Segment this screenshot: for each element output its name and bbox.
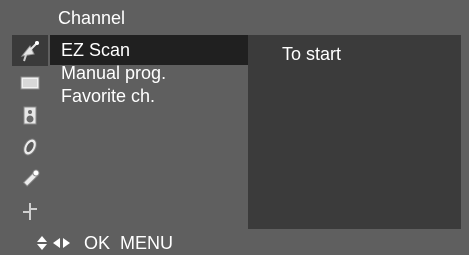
footer-hint-text: OK MENU bbox=[84, 233, 174, 253]
submenu-detail-panel: To start bbox=[248, 35, 461, 229]
tv-osd-menu: Channel EZ Scan Manual prog. Favorite ch… bbox=[0, 0, 469, 255]
option-icon bbox=[23, 202, 37, 220]
sidebar-item-special[interactable] bbox=[12, 163, 48, 194]
wrench-icon bbox=[22, 169, 40, 187]
sidebar-item-channel[interactable] bbox=[12, 35, 48, 66]
navigation-arrows-icon bbox=[37, 236, 70, 250]
channel-menu-list: EZ Scan Manual prog. Favorite ch. bbox=[50, 35, 248, 229]
sidebar-item-audio[interactable] bbox=[12, 99, 48, 130]
detail-hint-text: To start bbox=[282, 44, 342, 64]
sidebar-item-time[interactable] bbox=[12, 131, 48, 162]
category-sidebar bbox=[12, 35, 48, 229]
sidebar-item-picture[interactable] bbox=[12, 67, 48, 98]
sidebar-item-option[interactable] bbox=[12, 195, 48, 226]
menu-item-label: Favorite ch. bbox=[61, 86, 156, 106]
speaker-icon bbox=[23, 106, 37, 124]
navigation-hint-bar: OK MENU bbox=[0, 229, 469, 255]
picture-screen-icon bbox=[20, 76, 40, 89]
menu-item-favorite-ch[interactable]: Favorite ch. bbox=[50, 81, 248, 111]
clock-icon bbox=[23, 138, 37, 155]
menu-title: Channel bbox=[58, 8, 126, 28]
satellite-dish-icon bbox=[20, 40, 39, 61]
